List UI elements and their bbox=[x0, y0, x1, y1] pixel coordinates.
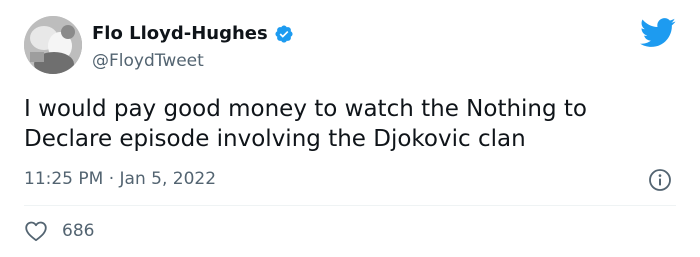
like-count: 686 bbox=[62, 221, 95, 241]
display-name-row[interactable]: Flo Lloyd-Hughes bbox=[92, 22, 294, 46]
tweet-text: I would pay good money to watch the Noth… bbox=[24, 96, 588, 152]
user-handle[interactable]: @FloydTweet bbox=[92, 50, 204, 72]
twitter-bird-icon[interactable] bbox=[640, 18, 676, 48]
heart-icon[interactable] bbox=[24, 220, 48, 242]
info-icon[interactable] bbox=[648, 168, 672, 192]
display-name[interactable]: Flo Lloyd-Hughes bbox=[92, 22, 268, 46]
tweet-card: Flo Lloyd-Hughes @FloydTweet I would pay… bbox=[0, 0, 700, 257]
verified-badge-icon bbox=[274, 24, 294, 44]
like-action[interactable]: 686 bbox=[24, 220, 94, 242]
avatar-photo bbox=[24, 16, 82, 74]
tweet-date[interactable]: Jan 5, 2022 bbox=[120, 169, 217, 189]
meta-separator: · bbox=[108, 169, 115, 189]
avatar[interactable] bbox=[24, 16, 82, 74]
tweet-timestamp[interactable]: 11:25 PM · Jan 5, 2022 bbox=[24, 168, 216, 190]
tweet-time[interactable]: 11:25 PM bbox=[24, 169, 103, 189]
divider bbox=[24, 205, 676, 206]
